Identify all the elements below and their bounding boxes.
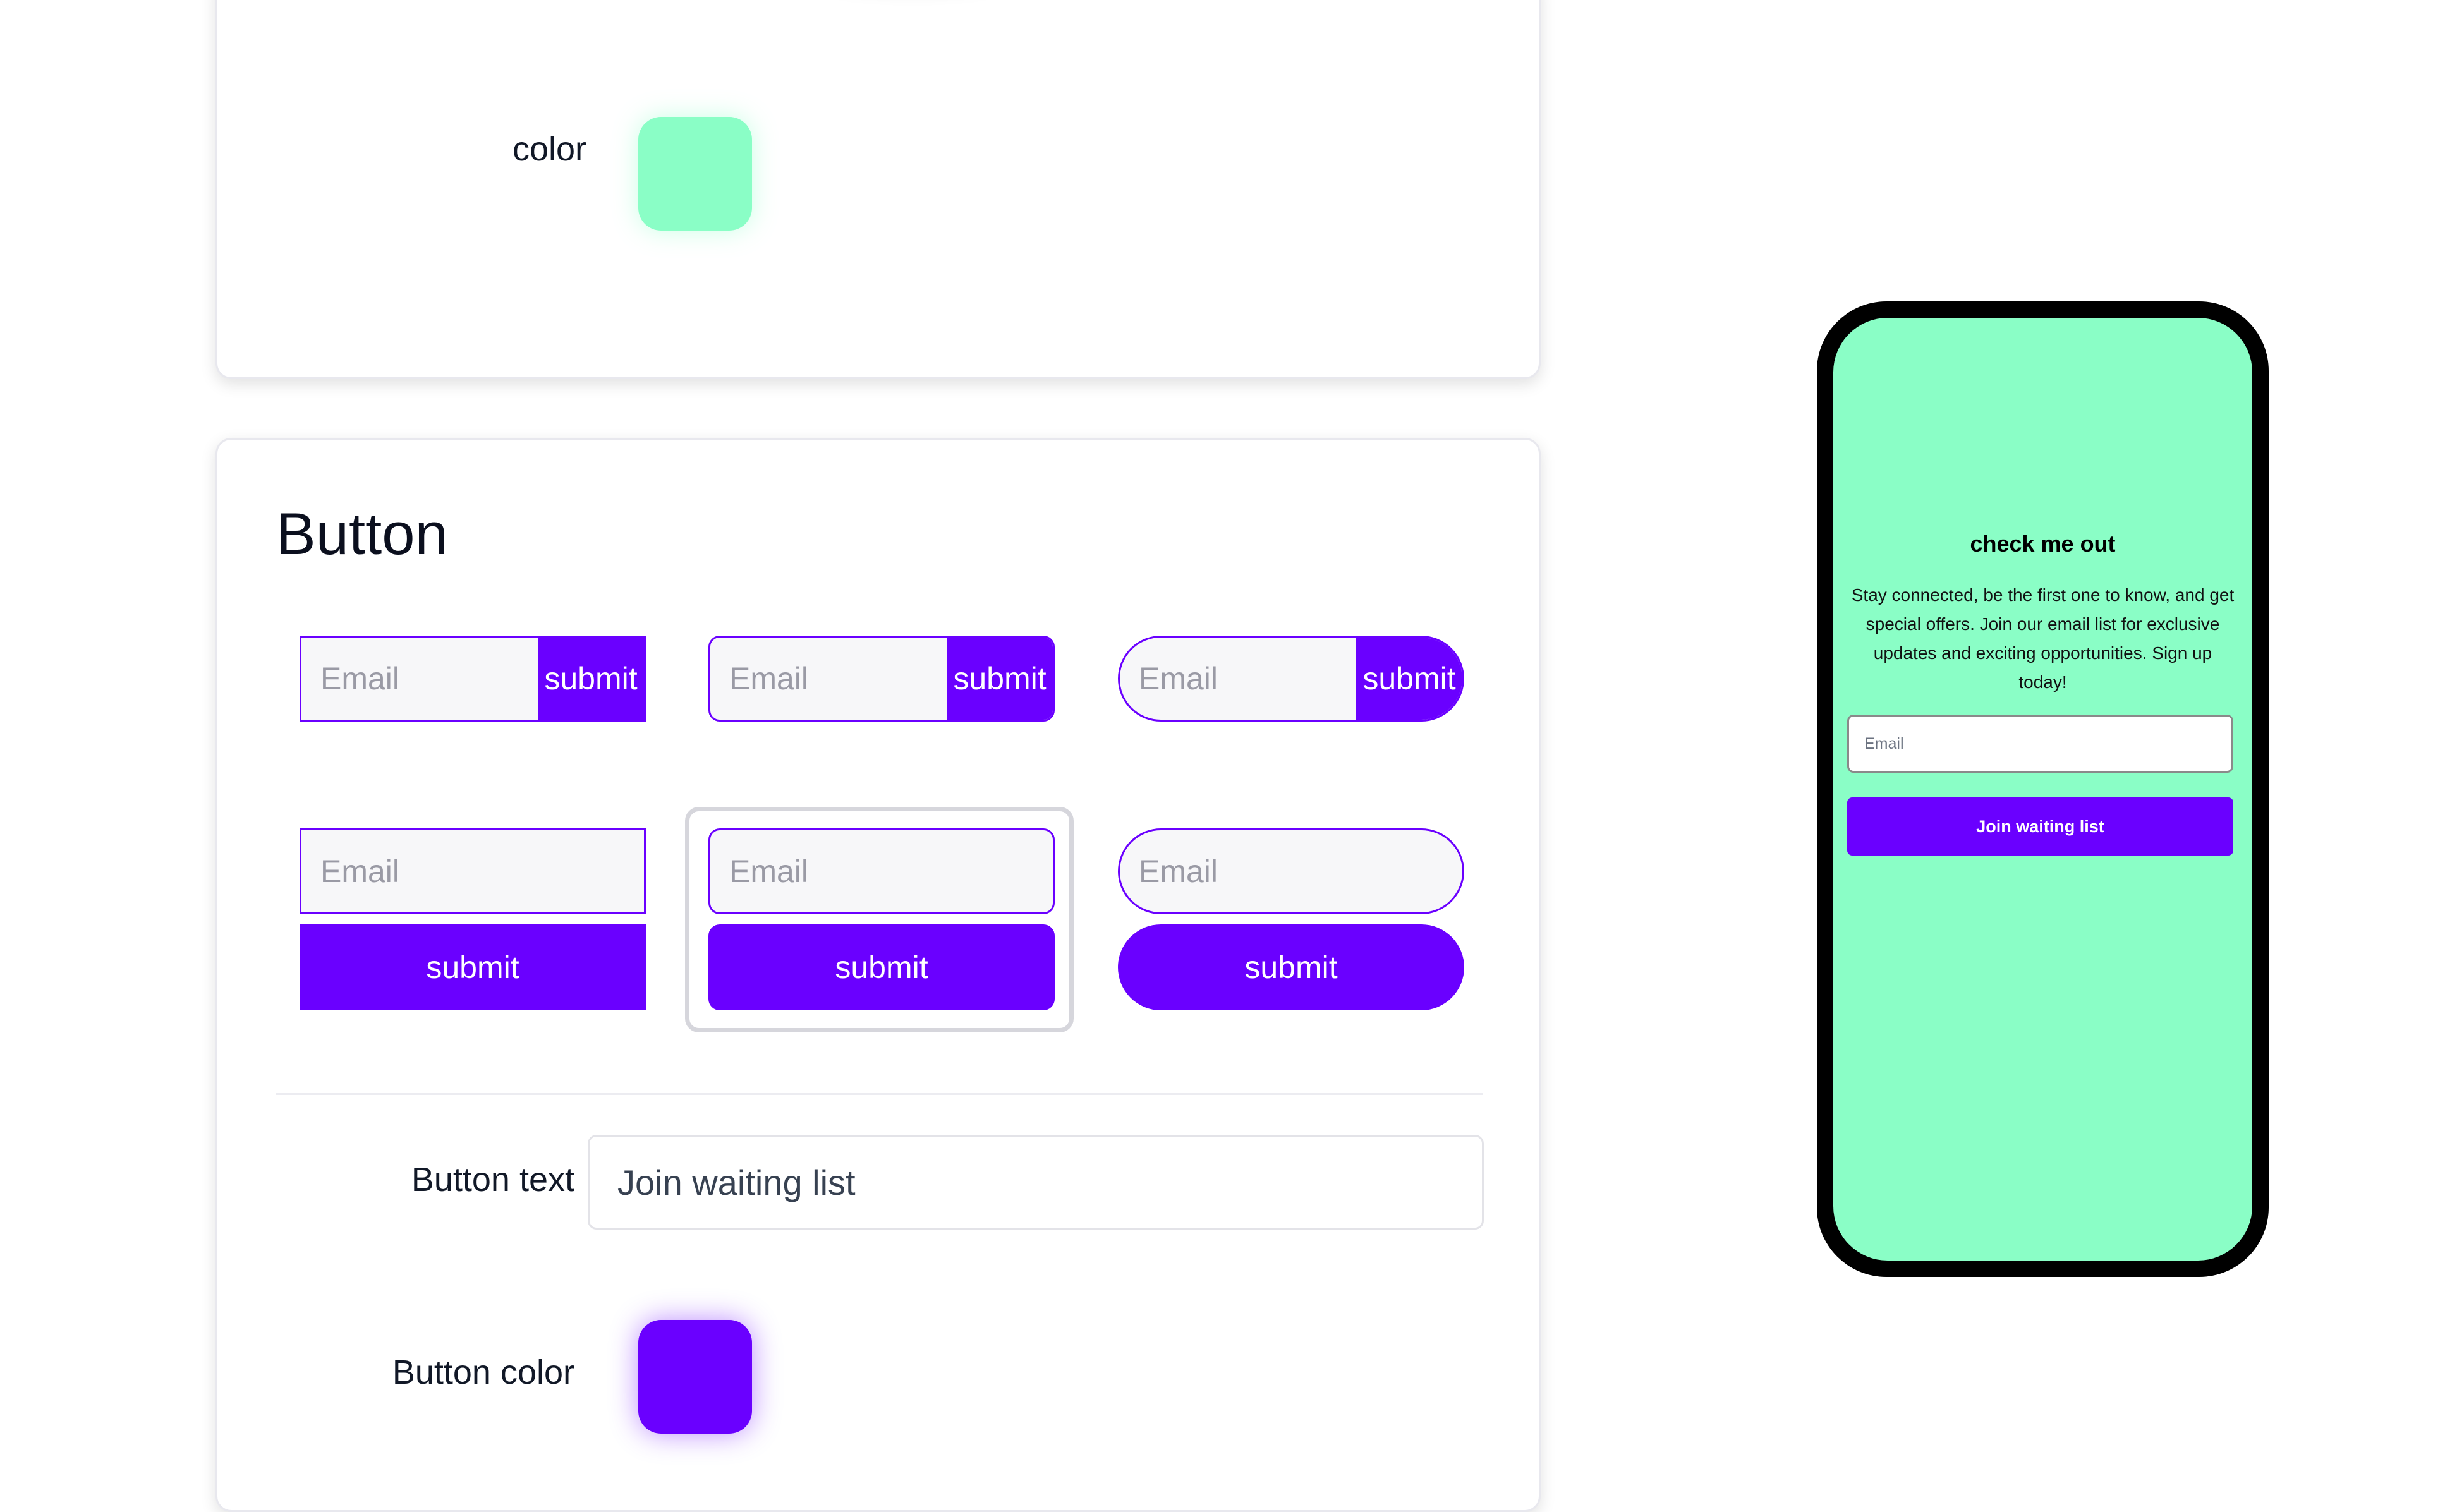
phone-screen: check me out Stay connected, be the firs…	[1833, 318, 2252, 1261]
preview-title: check me out	[1970, 531, 2116, 557]
button-text-label: Button text	[411, 1161, 574, 1199]
inline-form-preview: Email submit	[708, 636, 1055, 722]
email-placeholder: Email	[320, 661, 400, 696]
email-placeholder: Email	[708, 828, 1055, 914]
background-settings-card: color	[215, 0, 1541, 379]
preview-description: Stay connected, be the first one to know…	[1851, 585, 2235, 692]
section-divider	[276, 1093, 1483, 1095]
preview-email-input[interactable]: Email	[1847, 715, 2233, 773]
button-color-label: Button color	[392, 1353, 574, 1391]
button-settings-card: Button Email submit Email submit Email s…	[215, 438, 1541, 1512]
email-placeholder: Email	[1139, 661, 1218, 696]
background-color-swatch[interactable]	[638, 117, 752, 231]
email-placeholder: Email	[300, 828, 646, 914]
submit-button-preview: submit	[538, 638, 644, 720]
variant-inline-pill[interactable]: Email submit	[1118, 636, 1464, 722]
email-placeholder: Email	[729, 661, 809, 696]
phone-preview: check me out Stay connected, be the firs…	[1817, 301, 2269, 1277]
variant-stacked-pill[interactable]: Email submit	[1118, 828, 1464, 1010]
submit-button-preview: submit	[300, 924, 646, 1010]
email-placeholder: Email	[1118, 828, 1464, 914]
inline-form-preview: Email submit	[300, 636, 646, 722]
submit-button-preview: submit	[1356, 638, 1462, 720]
variant-inline-rounded[interactable]: Email submit	[708, 636, 1055, 722]
color-label: color	[512, 130, 586, 168]
inline-form-preview: Email submit	[1118, 636, 1464, 722]
variant-stacked-square[interactable]: Email submit	[300, 828, 646, 1010]
submit-button-preview: submit	[947, 638, 1053, 720]
button-text-input[interactable]: Join waiting list	[588, 1135, 1484, 1230]
submit-button-preview: submit	[708, 924, 1055, 1010]
variant-stacked-rounded[interactable]: Email submit	[708, 828, 1055, 1010]
submit-button-preview: submit	[1118, 924, 1464, 1010]
variant-inline-square[interactable]: Email submit	[300, 636, 646, 722]
preview-join-button[interactable]: Join waiting list	[1847, 797, 2233, 856]
button-section-title: Button	[276, 500, 448, 567]
button-color-swatch[interactable]	[638, 1320, 752, 1434]
